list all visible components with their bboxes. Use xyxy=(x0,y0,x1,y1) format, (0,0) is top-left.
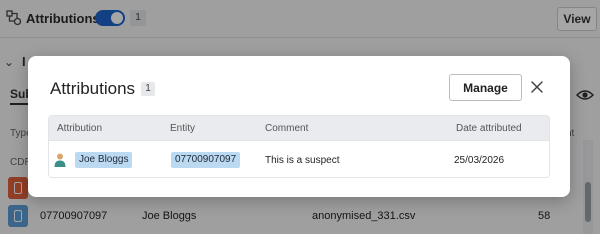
table-row[interactable]: Joe Bloggs 07700907097 This is a suspect… xyxy=(49,140,549,177)
manage-button[interactable]: Manage xyxy=(449,74,522,101)
dialog-count-badge: 1 xyxy=(141,82,155,96)
person-icon xyxy=(54,153,66,167)
attributions-dialog: Attributions 1 Manage Attribution Entity… xyxy=(28,56,570,197)
attribution-chip[interactable]: Joe Bloggs xyxy=(75,152,133,168)
column-header-comment: Comment xyxy=(265,123,309,134)
table-header: Attribution Entity Comment Date attribut… xyxy=(49,116,549,140)
attributions-table: Attribution Entity Comment Date attribut… xyxy=(48,115,550,178)
date-cell: 25/03/2026 xyxy=(454,155,505,166)
column-header-attribution: Attribution xyxy=(57,123,103,134)
close-icon[interactable] xyxy=(528,78,546,96)
comment-cell: This is a suspect xyxy=(265,155,340,166)
column-header-entity: Entity xyxy=(170,123,196,134)
dialog-title: Attributions xyxy=(50,79,136,98)
entity-chip[interactable]: 07700907097 xyxy=(171,152,241,168)
column-header-date-attributed: Date attributed xyxy=(456,123,522,134)
